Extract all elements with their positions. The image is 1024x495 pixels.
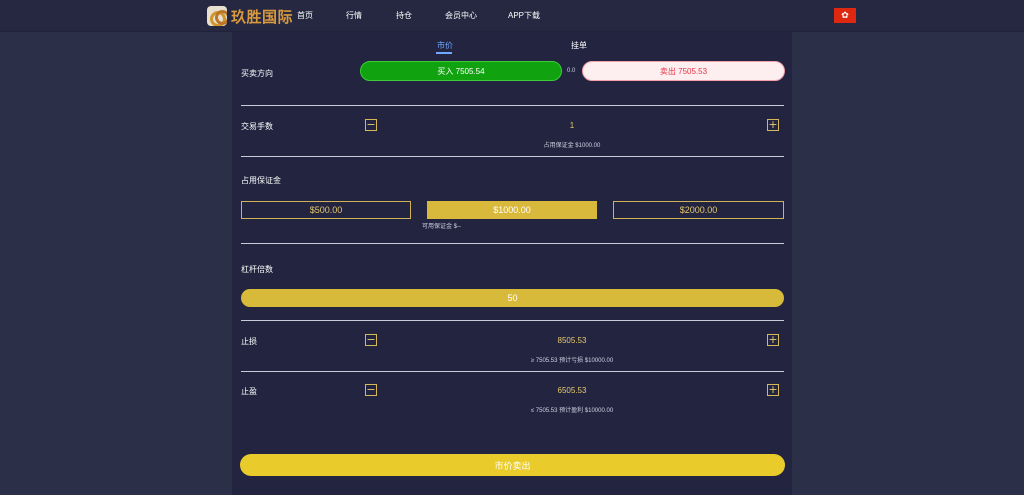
tab-pending-order[interactable]: 挂单 bbox=[571, 40, 587, 51]
lots-label: 交易手数 bbox=[241, 122, 273, 131]
active-tab-underline bbox=[436, 52, 452, 54]
take-profit-minus-button[interactable]: − bbox=[365, 384, 377, 396]
divider bbox=[241, 243, 784, 244]
flag-flower-icon: ✿ bbox=[841, 10, 849, 20]
margin-option-500[interactable]: $500.00 bbox=[241, 201, 411, 219]
available-margin: 可用保证金 $-- bbox=[422, 224, 462, 230]
nav-item-quotes[interactable]: 行情 bbox=[346, 10, 362, 21]
sell-button[interactable]: 卖出 7505.53 bbox=[582, 61, 785, 81]
stop-loss-value[interactable]: 8505.53 bbox=[472, 336, 672, 345]
nav-item-member-center[interactable]: 会员中心 bbox=[445, 10, 477, 21]
tab-market-order[interactable]: 市价 bbox=[437, 40, 453, 51]
divider bbox=[241, 371, 784, 372]
divider bbox=[241, 156, 784, 157]
direction-label: 买卖方向 bbox=[241, 69, 273, 78]
stop-loss-label: 止损 bbox=[241, 337, 257, 346]
nav-item-home[interactable]: 首页 bbox=[297, 10, 313, 21]
logo-text: 玖胜国际 bbox=[231, 8, 294, 26]
logo[interactable]: 玖胜国际 bbox=[207, 6, 293, 26]
margin-option-2000[interactable]: $2000.00 bbox=[613, 201, 784, 219]
stop-loss-hint: ≥ 7505.53 预计亏损 $10000.00 bbox=[530, 358, 614, 364]
nav-item-positions[interactable]: 持仓 bbox=[396, 10, 412, 21]
stop-loss-plus-button[interactable]: + bbox=[767, 334, 779, 346]
trade-panel: 市价 挂单 买卖方向 买入 7505.54 0.0 卖出 7505.53 交易手… bbox=[232, 32, 792, 495]
leverage-slider[interactable]: 50 bbox=[241, 289, 784, 307]
take-profit-label: 止盈 bbox=[241, 387, 257, 396]
spread-value: 0.0 bbox=[567, 68, 576, 74]
hong-kong-flag-icon[interactable]: ✿ bbox=[834, 8, 856, 23]
take-profit-hint: ≤ 7505.53 预计盈利 $10000.00 bbox=[530, 408, 614, 414]
lots-value[interactable]: 1 bbox=[472, 121, 672, 130]
buy-button[interactable]: 买入 7505.54 bbox=[360, 61, 562, 81]
divider bbox=[241, 105, 784, 106]
margin-label: 占用保证金 bbox=[241, 176, 281, 185]
lots-plus-button[interactable]: + bbox=[767, 119, 779, 131]
margin-option-1000-selected[interactable]: $1000.00 bbox=[427, 201, 597, 219]
take-profit-plus-button[interactable]: + bbox=[767, 384, 779, 396]
stop-loss-minus-button[interactable]: − bbox=[365, 334, 377, 346]
lots-margin-hint: 占用保证金 $1000.00 bbox=[543, 143, 601, 149]
market-sell-button[interactable]: 市价卖出 bbox=[240, 454, 785, 476]
take-profit-value[interactable]: 6505.53 bbox=[472, 386, 672, 395]
top-navbar: 玖胜国际 首页 行情 持仓 会员中心 APP下载 ✿ bbox=[0, 0, 1024, 32]
divider bbox=[241, 320, 784, 321]
nav-item-app-download[interactable]: APP下载 bbox=[508, 10, 540, 21]
leverage-label: 杠杆倍数 bbox=[241, 265, 273, 274]
logo-icon bbox=[207, 6, 227, 26]
lots-minus-button[interactable]: − bbox=[365, 119, 377, 131]
